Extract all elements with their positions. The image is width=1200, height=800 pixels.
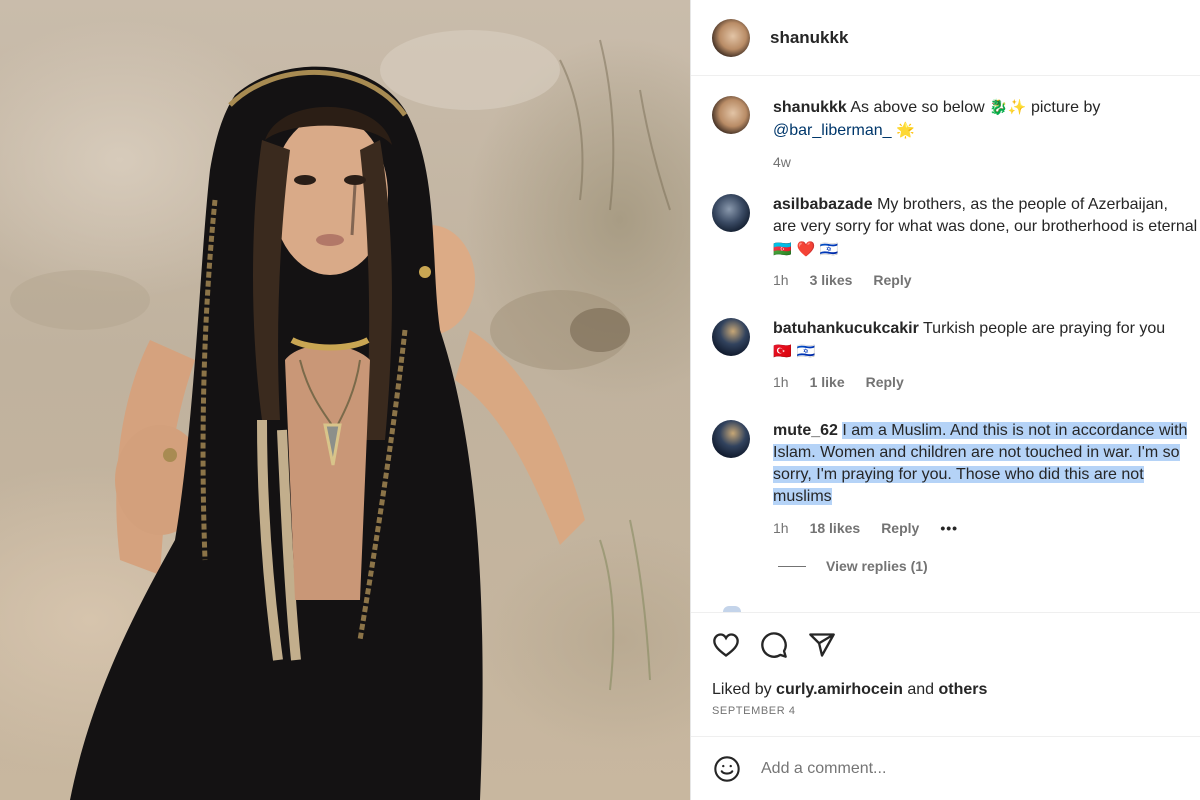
caption-body: shanukkk As above so below 🐉✨ picture by… (773, 96, 1200, 173)
view-replies-button[interactable]: View replies (1) (778, 558, 928, 574)
comment-meta: 1h 1 like Reply (773, 371, 1200, 393)
comment-text-line: Islam. Women and children are not touche… (773, 444, 1180, 461)
commenter-avatar[interactable] (712, 420, 750, 458)
comment-text: My brothers, as the people of Azerbaijan… (877, 196, 1168, 213)
post-panel: shanukkk shanukkk As above so below 🐉✨ p… (690, 0, 1200, 800)
sparkles-emoji-icon: ✨ (1007, 98, 1027, 116)
caption-meta: 4w (773, 151, 1200, 173)
heart-icon[interactable] (711, 630, 741, 660)
smiley-icon[interactable] (712, 754, 742, 784)
liked-by-others-link[interactable]: others (939, 681, 988, 698)
comment-likes[interactable]: 1 like (810, 371, 845, 393)
view-replies-label: View replies (1) (826, 558, 928, 574)
comment-text-line: muslims (773, 488, 832, 505)
comment-bubble-icon[interactable] (759, 630, 789, 660)
comment-text-line: are very sorry for what was done, our br… (773, 218, 1198, 235)
flag-heart-emoji-icon: 🇦🇿 ❤️ 🇮🇱 (773, 240, 839, 258)
flag-emoji-icon: 🇹🇷 🇮🇱 (773, 342, 816, 360)
caption-mention-link[interactable]: @bar_liberman_ (773, 122, 892, 139)
comment-meta: 1h 18 likes Reply ••• (773, 517, 1200, 539)
reply-button[interactable]: Reply (873, 269, 911, 291)
reply-button[interactable]: Reply (881, 517, 919, 539)
liked-by-prefix: Liked by (712, 681, 772, 698)
post-actions (711, 630, 855, 660)
author-avatar[interactable] (712, 18, 750, 57)
view-replies-line (778, 565, 806, 567)
liked-by: Liked by curly.amirhocein and others (712, 681, 987, 699)
commenter-avatar[interactable] (712, 194, 750, 232)
caption-time[interactable]: 4w (773, 151, 791, 173)
caption-username[interactable]: shanukkk (773, 99, 847, 116)
commenter-avatar[interactable] (712, 318, 750, 356)
comment-meta: 1h 3 likes Reply (773, 269, 1200, 291)
caption-text: As above so below (850, 99, 985, 116)
comment-username[interactable]: batuhankucukcakir (773, 320, 919, 337)
dragon-emoji-icon: 🐉 (989, 98, 1008, 116)
comment-text: I am a Muslim. And this is not in accord… (842, 422, 1188, 439)
star-emoji-icon: 🌟 (895, 121, 915, 139)
comment-body: mute_62 I am a Muslim. And this is not i… (773, 420, 1200, 539)
liked-by-user-link[interactable]: curly.amirhocein (776, 681, 903, 698)
post-header: shanukkk (691, 0, 1200, 76)
author-username[interactable]: shanukkk (770, 28, 848, 48)
comment-text: Turkish people are praying for you (922, 320, 1166, 337)
comment-likes[interactable]: 3 likes (810, 269, 853, 291)
comment-body: batuhankucukcakir Turkish people are pra… (773, 318, 1200, 393)
divider (691, 612, 1200, 613)
comment-username[interactable]: mute_62 (773, 422, 838, 439)
comments-list[interactable]: shanukkk As above so below 🐉✨ picture by… (691, 76, 1200, 612)
add-comment-bar (691, 736, 1200, 800)
add-comment-input[interactable] (761, 759, 1161, 778)
caption-avatar[interactable] (712, 96, 750, 134)
post-date[interactable]: SEPTEMBER 4 (712, 705, 796, 717)
reply-button[interactable]: Reply (866, 371, 904, 393)
caption-text-2: picture by (1030, 99, 1101, 116)
comment-username[interactable]: asilbabazade (773, 196, 873, 213)
more-options-icon[interactable]: ••• (940, 517, 958, 539)
liked-by-conj: and (907, 681, 935, 698)
comment-time[interactable]: 1h (773, 269, 789, 291)
comment-time[interactable]: 1h (773, 517, 789, 539)
post-photo-illustration (10, 30, 671, 800)
comment-time[interactable]: 1h (773, 371, 789, 393)
comment-body: asilbabazade My brothers, as the people … (773, 194, 1200, 291)
comment-text-line: sorry, I'm praying for you. Those who di… (773, 466, 1144, 483)
paper-plane-icon[interactable] (807, 630, 837, 660)
comment-likes[interactable]: 18 likes (810, 517, 861, 539)
post-photo[interactable] (0, 0, 690, 800)
